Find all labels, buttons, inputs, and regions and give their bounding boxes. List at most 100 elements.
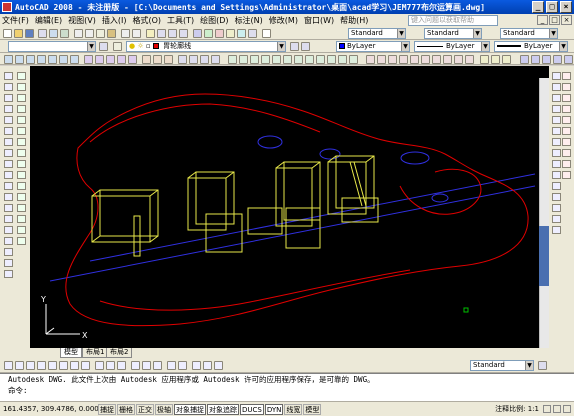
center-bottom-icon[interactable]	[153, 361, 162, 370]
fillet-icon[interactable]	[17, 226, 26, 234]
mirror-icon[interactable]	[17, 94, 26, 102]
view-back-icon[interactable]	[421, 55, 430, 64]
3d-wireframe-icon[interactable]	[531, 55, 540, 64]
dim-jogged-bottom-icon[interactable]	[59, 361, 68, 370]
extrude-icon[interactable]	[84, 55, 93, 64]
ucs-icon[interactable]	[228, 55, 237, 64]
workspace-settings-icon[interactable]	[99, 42, 108, 51]
3d-array-icon[interactable]	[211, 55, 220, 64]
menu-help[interactable]: 帮助(H)	[340, 15, 368, 26]
stretch-icon[interactable]	[17, 160, 26, 168]
ortho-toggle[interactable]: 正交	[136, 403, 154, 415]
dim-aligned-bottom-icon[interactable]	[15, 361, 24, 370]
cone-icon[interactable]	[26, 55, 35, 64]
properties-icon[interactable]	[193, 29, 202, 38]
dim-style-combo[interactable]: Standard ▼	[424, 28, 482, 39]
construction-line-icon[interactable]	[4, 83, 13, 91]
snap-toggle[interactable]: 捕捉	[98, 403, 116, 415]
markup-icon[interactable]	[237, 29, 246, 38]
subtract-icon[interactable]	[153, 55, 162, 64]
ucs-origin-icon[interactable]	[294, 55, 303, 64]
spline-icon[interactable]	[4, 160, 13, 168]
join-icon[interactable]	[17, 204, 26, 212]
tab-model[interactable]: 模型	[60, 348, 82, 358]
pyramid-icon[interactable]	[70, 55, 79, 64]
dim-text-edit-bottom-icon[interactable]	[203, 361, 212, 370]
zoom-realtime-icon[interactable]	[157, 29, 166, 38]
otrack-toggle[interactable]: 对象追踪	[207, 403, 239, 415]
offset-icon[interactable]	[17, 105, 26, 113]
menu-file[interactable]: 文件(F)	[2, 15, 29, 26]
lock-toolbars-icon[interactable]	[553, 405, 561, 413]
lineweight-combo[interactable]: ByLayer ▼	[494, 41, 568, 52]
drawing-canvas[interactable]: Y X	[30, 66, 549, 348]
menu-draw[interactable]: 绘图(D)	[200, 15, 228, 26]
dimension-diameter-icon[interactable]	[552, 138, 561, 146]
union-icon[interactable]	[142, 55, 151, 64]
object-snap-tangent-icon[interactable]	[562, 127, 571, 135]
dimension-baseline-icon[interactable]	[552, 171, 561, 179]
3d-rotate-icon[interactable]	[189, 55, 198, 64]
ucs-face-icon[interactable]	[261, 55, 270, 64]
multiline-text-icon[interactable]	[4, 270, 13, 278]
tool-palettes-icon[interactable]	[215, 29, 224, 38]
wedge-icon[interactable]	[15, 55, 24, 64]
minimize-button[interactable]: _	[532, 1, 544, 13]
break-icon[interactable]	[17, 193, 26, 201]
ucs-x-icon[interactable]	[327, 55, 336, 64]
loft-icon[interactable]	[128, 55, 137, 64]
sheet-set-icon[interactable]	[226, 29, 235, 38]
dim-radius-bottom-icon[interactable]	[48, 361, 57, 370]
plot-preview-icon[interactable]	[49, 29, 58, 38]
sweep-icon[interactable]	[106, 55, 115, 64]
workspace-combo[interactable]: ▼	[8, 41, 96, 52]
annotation-scale[interactable]: 注释比例: 1:1	[495, 404, 539, 414]
dimension-aligned-icon[interactable]	[552, 83, 561, 91]
array-icon[interactable]	[17, 116, 26, 124]
dimension-edit-icon[interactable]	[552, 226, 561, 234]
sphere-icon[interactable]	[37, 55, 46, 64]
menu-modify[interactable]: 修改(M)	[269, 15, 298, 26]
object-snap-perpendicular-icon[interactable]	[562, 138, 571, 146]
hidden-icon[interactable]	[542, 55, 551, 64]
pan-icon[interactable]	[146, 29, 155, 38]
dimension-ordinate-icon[interactable]	[552, 105, 561, 113]
trim-icon[interactable]	[17, 171, 26, 179]
cut-icon[interactable]	[74, 29, 83, 38]
quick-leader-icon[interactable]	[552, 193, 561, 201]
dim-update-bottom-icon[interactable]	[214, 361, 223, 370]
dim-style-manager-icon[interactable]	[538, 361, 547, 370]
dim-style-bottom-combo[interactable]: Standard ▼	[470, 360, 534, 371]
presspull-icon[interactable]	[95, 55, 104, 64]
polar-toggle[interactable]: 极轴	[155, 403, 173, 415]
dim-ordinate-bottom-icon[interactable]	[37, 361, 46, 370]
view-ne-iso-icon[interactable]	[454, 55, 463, 64]
torus-icon[interactable]	[59, 55, 68, 64]
region-icon[interactable]	[4, 248, 13, 256]
view-se-iso-icon[interactable]	[443, 55, 452, 64]
rectangle-icon[interactable]	[4, 116, 13, 124]
text-style-combo[interactable]: Standard ▼	[348, 28, 406, 39]
object-snap-quadrant-icon[interactable]	[562, 116, 571, 124]
realistic-icon[interactable]	[553, 55, 562, 64]
quick-dim-bottom-icon[interactable]	[95, 361, 104, 370]
doc-minimize-button[interactable]: _	[537, 15, 548, 25]
copy-object-icon[interactable]	[17, 83, 26, 91]
baseline-bottom-icon[interactable]	[106, 361, 115, 370]
view-sw-iso-icon[interactable]	[432, 55, 441, 64]
dyn-toggle[interactable]: DYN	[264, 403, 284, 415]
explode-icon[interactable]	[17, 237, 26, 245]
command-line[interactable]: Autodesk DWG. 此文件上次由 Autodesk 应用程序或 Auto…	[0, 373, 574, 401]
object-snap-intersection-icon[interactable]	[562, 94, 571, 102]
grid-toggle[interactable]: 栅格	[117, 403, 135, 415]
linetype-combo[interactable]: ByLayer ▼	[414, 41, 490, 52]
model-toggle[interactable]: 模型	[303, 403, 322, 415]
view-top-icon[interactable]	[366, 55, 375, 64]
save-icon[interactable]	[25, 29, 34, 38]
ucs-view-icon[interactable]	[283, 55, 292, 64]
tab-layout2[interactable]: 布局2	[106, 348, 133, 358]
2d-wireframe-icon[interactable]	[520, 55, 529, 64]
ucs-y-icon[interactable]	[338, 55, 347, 64]
layer-combo[interactable]: ● ☼ ▫ 胃轮廓线 ▼	[126, 41, 286, 52]
ducs-toggle[interactable]: DUCS	[240, 403, 264, 415]
